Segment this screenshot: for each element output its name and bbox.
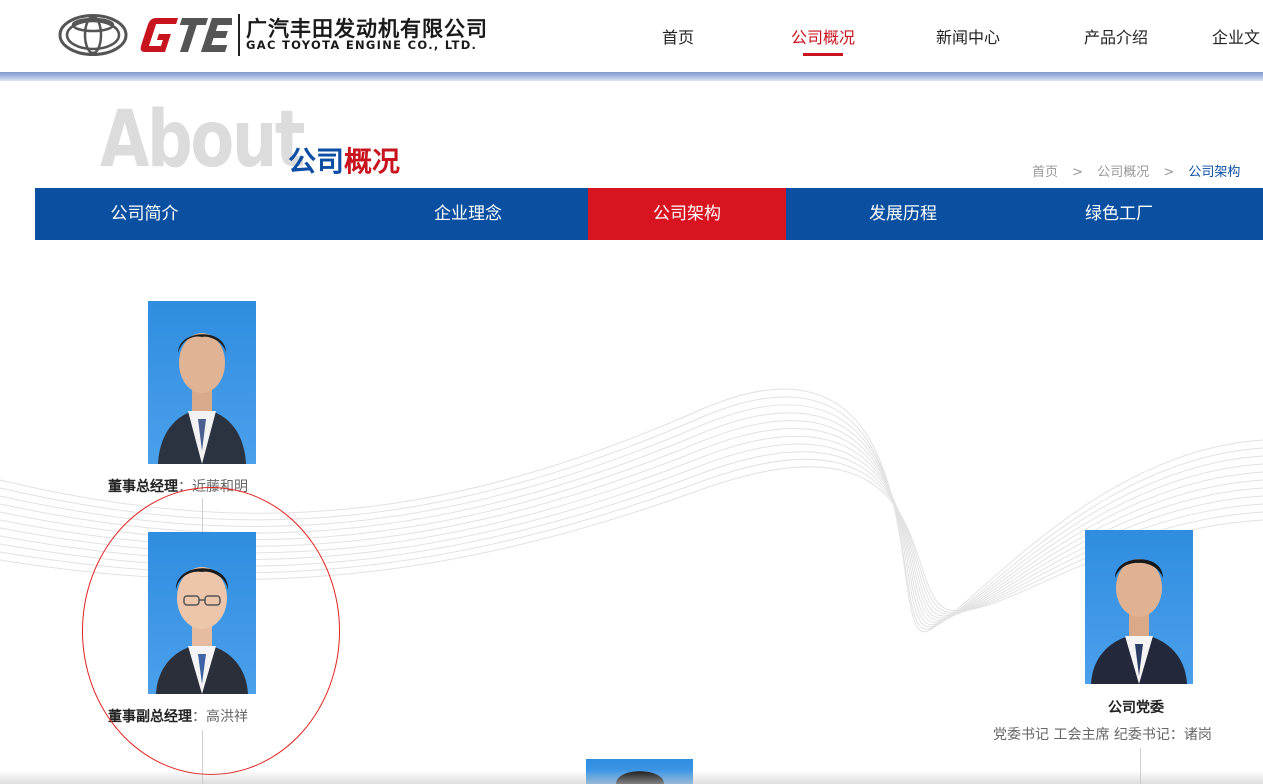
gte-logo-icon[interactable] [136, 12, 232, 58]
tab-structure[interactable]: 公司架构 [588, 188, 786, 240]
site-header: 广汽丰田发动机有限公司 GAC TOYOTA ENGINE CO., LTD. … [0, 0, 1263, 72]
tab-history[interactable]: 发展历程 [804, 188, 1002, 240]
nav-home[interactable]: 首页 [662, 24, 694, 48]
breadcrumb-separator: > [1163, 165, 1175, 180]
nav-products[interactable]: 产品介绍 [1084, 24, 1148, 48]
nav-culture[interactable]: 企业文 [1212, 24, 1260, 48]
breadcrumb-home[interactable]: 首页 [1032, 165, 1058, 180]
person-portrait-icon [158, 333, 246, 464]
page-title: 公司概况 [288, 140, 400, 180]
page-title-part1: 公司 [288, 145, 345, 178]
nav-active-underline [803, 53, 843, 56]
breadcrumb: 首页 > 公司概况 > 公司架构 [1032, 161, 1250, 180]
gm-role: 董事总经理 [108, 479, 178, 495]
tab-company-intro[interactable]: 公司简介 [35, 188, 254, 240]
section-tabs: 公司简介 企业理念 公司架构 发展历程 绿色工厂 [35, 188, 1263, 240]
party-committee-roles: 党委书记 工会主席 纪委书记：诸岗 [993, 727, 1212, 743]
company-name-en: GAC TOYOTA ENGINE CO., LTD. [246, 38, 478, 52]
tab-green-factory[interactable]: 绿色工厂 [1020, 188, 1218, 240]
page-title-part2: 概况 [344, 145, 401, 178]
header-divider [0, 72, 1263, 81]
nav-news[interactable]: 新闻中心 [936, 24, 1000, 48]
party-committee-title: 公司党委 [1108, 700, 1164, 716]
party-secretary-photo [1085, 530, 1193, 684]
highlight-circle-annotation [82, 487, 340, 775]
person-portrait-icon [1091, 559, 1187, 684]
bottom-fade [0, 770, 1263, 784]
nav-company-overview[interactable]: 公司概况 [791, 24, 855, 48]
gm-photo [148, 301, 256, 464]
tab-philosophy[interactable]: 企业理念 [370, 188, 566, 240]
logo-divider [238, 14, 240, 56]
breadcrumb-separator: > [1072, 165, 1084, 180]
breadcrumb-current[interactable]: 公司架构 [1188, 165, 1240, 180]
breadcrumb-overview[interactable]: 公司概况 [1097, 165, 1149, 180]
about-watermark: About [100, 95, 305, 185]
toyota-logo-icon[interactable] [58, 14, 128, 56]
